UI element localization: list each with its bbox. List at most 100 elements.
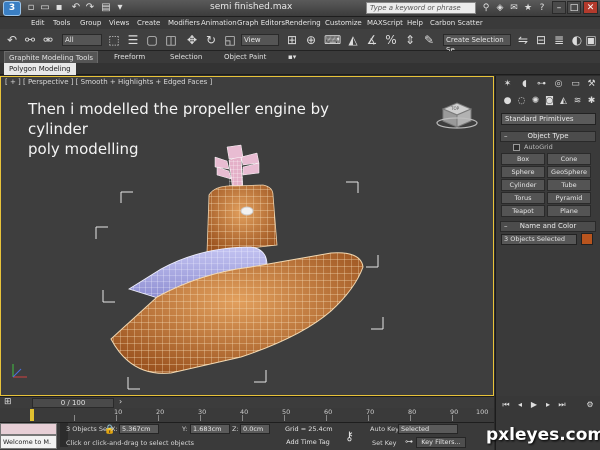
tab-object-paint[interactable]: Object Paint — [220, 51, 270, 63]
move-icon[interactable]: ✥ — [184, 32, 200, 48]
spinner-snap-icon[interactable]: ⇕ — [402, 32, 418, 48]
add-time-tag-button[interactable]: Add Time Tag — [282, 437, 334, 448]
object-type-rollout[interactable]: – Object Type — [500, 131, 596, 142]
lights-category-icon[interactable]: ✺ — [529, 95, 542, 108]
viewcube[interactable]: TOP — [436, 102, 478, 129]
pivot-center-icon[interactable]: ⊞ — [284, 32, 300, 48]
tab-freeform[interactable]: Freeform — [110, 51, 149, 63]
hierarchy-tab-icon[interactable]: ⊶ — [534, 78, 549, 91]
torus-button[interactable]: Torus — [501, 192, 545, 204]
perspective-viewport[interactable]: [ + ] [ Perspective ] [ Smooth + Highlig… — [0, 76, 494, 396]
app-logo-icon[interactable]: 3 — [3, 1, 21, 16]
select-and-link-icon[interactable]: ⚯ — [22, 32, 38, 48]
propeller-mesh[interactable] — [214, 144, 260, 193]
percent-snap-icon[interactable]: % — [383, 32, 399, 48]
previous-frame-icon[interactable]: ◂ — [514, 399, 526, 410]
rotate-icon[interactable]: ↻ — [203, 32, 219, 48]
ribbon-options-icon[interactable]: ▪▾ — [284, 51, 300, 63]
search-icon[interactable]: ⚲ — [480, 2, 492, 14]
menu-rendering[interactable]: Rendering — [285, 17, 321, 29]
dropdown-icon[interactable]: ▾ — [114, 2, 126, 14]
go-to-end-icon[interactable]: ⏭ — [556, 399, 568, 410]
object-name-field[interactable]: 3 Objects Selected — [501, 234, 577, 245]
project-folder-icon[interactable]: ▤ — [100, 2, 112, 14]
menu-group[interactable]: Group — [80, 17, 101, 29]
maxscript-mini-listener[interactable]: Welcome to M. — [0, 435, 57, 449]
go-to-start-icon[interactable]: ⏮ — [500, 399, 512, 410]
name-color-rollout[interactable]: – Name and Color — [500, 221, 596, 232]
cylinder-button[interactable]: Cylinder — [501, 179, 545, 191]
frame-cursor[interactable] — [30, 409, 34, 421]
new-file-icon[interactable]: ▫ — [25, 2, 37, 14]
scale-icon[interactable]: ◱ — [222, 32, 238, 48]
next-frame-icon[interactable]: ▸ — [542, 399, 554, 410]
snaps-toggle-icon[interactable]: ◭ — [345, 32, 361, 48]
y-coordinate-field[interactable]: 1.683cm — [190, 424, 230, 434]
time-config-icon[interactable]: ⚙ — [584, 399, 596, 410]
align-icon[interactable]: ⊟ — [533, 32, 549, 48]
undo-toolbar-icon[interactable]: ↶ — [4, 32, 20, 48]
utilities-tab-icon[interactable]: ⚒ — [584, 78, 599, 91]
unlink-icon[interactable]: ⚮ — [40, 32, 56, 48]
set-key-button[interactable]: Set Key — [372, 439, 397, 447]
subscription-icon[interactable]: ◈ — [494, 2, 506, 14]
set-key-icon[interactable]: ⚷ — [345, 429, 354, 443]
render-icon[interactable]: ▣ — [585, 32, 597, 48]
key-mode-select[interactable]: Selected — [398, 424, 458, 434]
spacewarps-category-icon[interactable]: ≋ — [571, 95, 584, 108]
x-coordinate-field[interactable]: 5.367cm — [119, 424, 159, 434]
key-filters-button[interactable]: Key Filters... — [416, 437, 466, 448]
help-star-icon[interactable]: ★ — [522, 2, 534, 14]
box-button[interactable]: Box — [501, 153, 545, 165]
teapot-button[interactable]: Teapot — [501, 205, 545, 217]
menu-animation[interactable]: Animation — [201, 17, 237, 29]
menu-views[interactable]: Views — [109, 17, 129, 29]
reference-coordinate-select[interactable]: View — [241, 34, 279, 46]
cameras-category-icon[interactable]: ◙ — [543, 95, 556, 108]
geosphere-button[interactable]: GeoSphere — [547, 166, 591, 178]
modify-tab-icon[interactable]: ◖ — [517, 78, 532, 91]
window-crossing-icon[interactable]: ◫ — [163, 32, 179, 48]
pyramid-button[interactable]: Pyramid — [547, 192, 591, 204]
rectangular-selection-icon[interactable]: ▢ — [144, 32, 160, 48]
sphere-button[interactable]: Sphere — [501, 166, 545, 178]
edit-named-selection-icon[interactable]: ✎ — [421, 32, 437, 48]
redo-icon[interactable]: ↷ — [84, 2, 96, 14]
manipulate-icon[interactable]: ⊕ — [303, 32, 319, 48]
mini-curve-editor-icon[interactable]: ⊞ — [4, 397, 12, 407]
selection-filter-select[interactable]: All — [62, 34, 102, 46]
open-file-icon[interactable]: ▭ — [39, 2, 51, 14]
menu-customize[interactable]: Customize — [325, 17, 362, 29]
close-button[interactable]: ✕ — [583, 1, 598, 14]
cone-button[interactable]: Cone — [547, 153, 591, 165]
mirror-icon[interactable]: ⇋ — [515, 32, 531, 48]
next-frame-icon[interactable]: › — [119, 397, 122, 406]
menu-help[interactable]: Help — [407, 17, 423, 29]
undo-icon[interactable]: ↶ — [70, 2, 82, 14]
menu-carbon-scatter[interactable]: Carbon Scatter — [430, 17, 483, 29]
time-slider[interactable]: 0 / 100 — [32, 398, 114, 408]
named-selection-select[interactable]: Create Selection Se — [443, 34, 511, 54]
plane-button[interactable]: Plane — [547, 205, 591, 217]
systems-category-icon[interactable]: ✱ — [585, 95, 598, 108]
helpers-category-icon[interactable]: ◭ — [557, 95, 570, 108]
minimize-button[interactable]: – — [552, 1, 566, 14]
select-by-name-icon[interactable]: ☰ — [125, 32, 141, 48]
tab-selection[interactable]: Selection — [166, 51, 206, 63]
tab-graphite-modeling-tools[interactable]: Graphite Modeling Tools — [4, 51, 99, 63]
menu-edit[interactable]: Edit — [31, 17, 45, 29]
geometry-category-icon[interactable]: ● — [501, 95, 514, 108]
menu-create[interactable]: Create — [137, 17, 160, 29]
display-tab-icon[interactable]: ▭ — [568, 78, 583, 91]
tab-polygon-modeling[interactable]: Polygon Modeling — [4, 63, 76, 75]
primitive-type-select[interactable]: Standard Primitives — [501, 113, 596, 125]
save-file-icon[interactable]: ▪ — [53, 2, 65, 14]
shapes-category-icon[interactable]: ◌ — [515, 95, 528, 108]
z-coordinate-field[interactable]: 0.0cm — [240, 424, 270, 434]
layer-manager-icon[interactable]: ≣ — [551, 32, 567, 48]
menu-graph-editors[interactable]: Graph Editors — [237, 17, 285, 29]
communication-icon[interactable]: ✉ — [508, 2, 520, 14]
angle-snap-icon[interactable]: ∡ — [364, 32, 380, 48]
maximize-button[interactable]: □ — [567, 1, 581, 14]
key-filters-icon[interactable]: ⊶ — [405, 437, 413, 446]
